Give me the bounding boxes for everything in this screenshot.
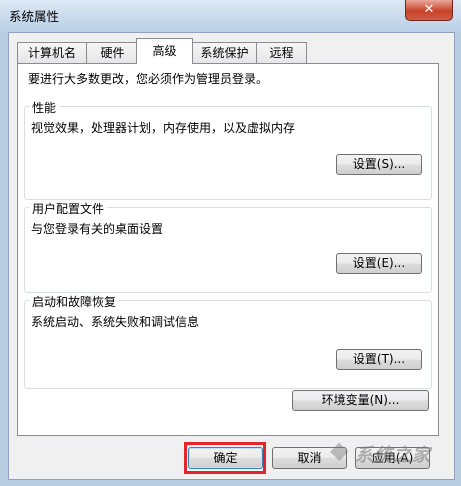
tab-system-protection[interactable]: 系统保护 — [192, 42, 257, 63]
startup-recovery-description: 系统启动、系统失败和调试信息 — [31, 315, 200, 329]
watermark-logo-icon: ◆ — [330, 436, 349, 464]
user-profiles-description: 与您登录有关的桌面设置 — [31, 222, 164, 236]
performance-title: 性能 — [29, 99, 60, 116]
title-bar: 系统属性 ✕ — [0, 0, 461, 32]
user-profiles-settings-button[interactable]: 设置(E)... — [336, 253, 422, 274]
close-icon: ✕ — [423, 2, 435, 17]
performance-description: 视觉效果，处理器计划，内存使用，以及虚拟内存 — [31, 121, 296, 135]
startup-recovery-settings-button[interactable]: 设置(T)... — [336, 349, 422, 370]
apply-button[interactable]: 应用(A) — [355, 447, 430, 469]
dialog-body: 计算机名 硬件 高级 系统保护 远程 要进行大多数更改，您必须作为管理员登录。 … — [8, 32, 455, 480]
tab-computer-name[interactable]: 计算机名 — [17, 42, 87, 63]
environment-variables-button[interactable]: 环境变量(N)... — [292, 390, 429, 411]
tab-remote[interactable]: 远程 — [256, 42, 307, 63]
user-profiles-group: 用户配置文件 与您登录有关的桌面设置 设置(E)... — [24, 200, 432, 293]
close-button[interactable]: ✕ — [405, 0, 453, 21]
tab-advanced[interactable]: 高级 — [136, 38, 193, 64]
window-title: 系统属性 — [9, 9, 60, 24]
performance-settings-button[interactable]: 设置(S)... — [336, 154, 422, 175]
tab-hardware[interactable]: 硬件 — [86, 42, 139, 63]
performance-group: 性能 视觉效果，处理器计划，内存使用，以及虚拟内存 设置(S)... — [24, 99, 432, 200]
ok-highlight-box — [184, 442, 266, 474]
user-profiles-title: 用户配置文件 — [29, 200, 108, 217]
startup-recovery-title: 启动和故障恢复 — [29, 293, 120, 310]
startup-recovery-group: 启动和故障恢复 系统启动、系统失败和调试信息 设置(T)... — [24, 293, 432, 389]
admin-notice: 要进行大多数更改，您必须作为管理员登录。 — [28, 72, 269, 86]
advanced-panel: 要进行大多数更改，您必须作为管理员登录。 性能 视觉效果，处理器计划，内存使用，… — [17, 63, 439, 436]
